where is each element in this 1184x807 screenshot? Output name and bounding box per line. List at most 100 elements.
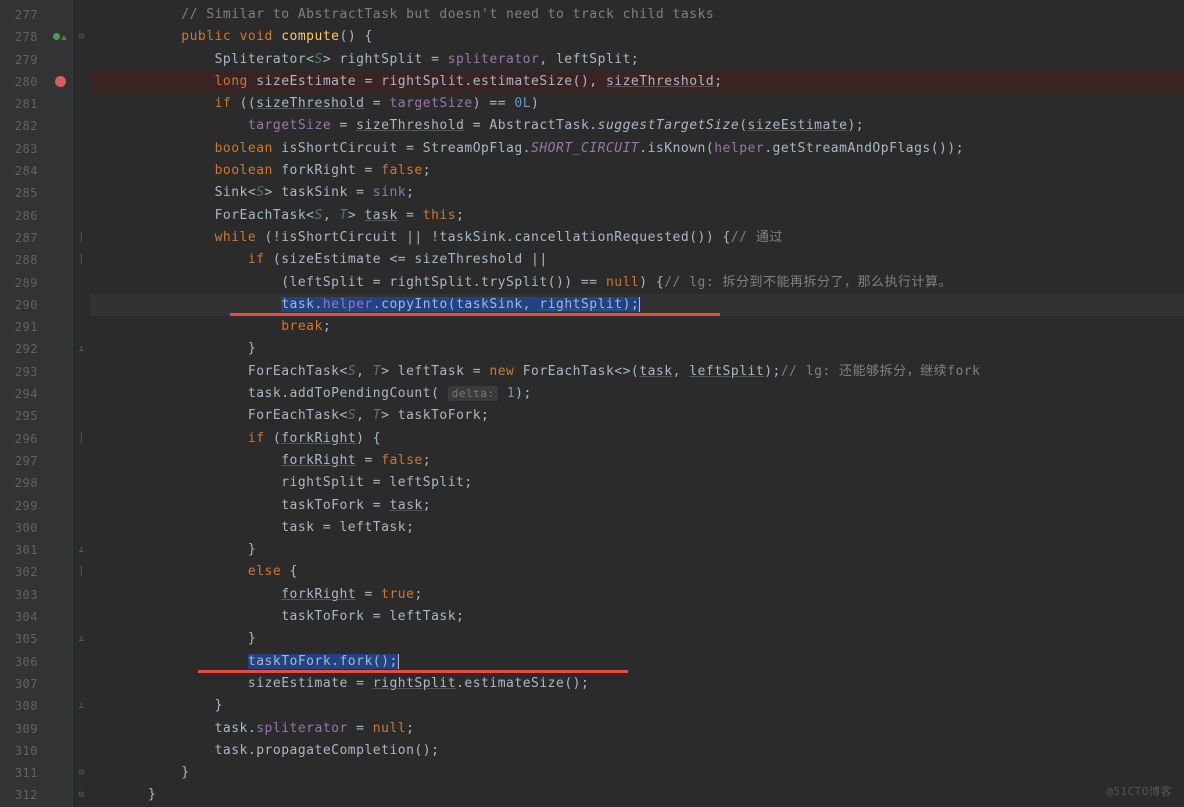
code-line[interactable]: Spliterator<S> rightSplit = spliterator,… [90, 49, 1184, 71]
marker-slot[interactable] [48, 561, 72, 583]
code-line[interactable]: while (!isShortCircuit || !taskSink.canc… [90, 227, 1184, 249]
code-line[interactable]: // Similar to AbstractTask but doesn't n… [90, 4, 1184, 26]
fold-slot[interactable]: ⊥ [73, 695, 90, 717]
line-number[interactable]: 286 [0, 205, 48, 227]
code-line[interactable]: forkRight = false; [90, 450, 1184, 472]
line-number[interactable]: 301 [0, 539, 48, 561]
line-number[interactable]: 280 [0, 71, 48, 93]
marker-slot[interactable] [48, 138, 72, 160]
line-number[interactable]: 308 [0, 695, 48, 717]
marker-slot[interactable] [48, 606, 72, 628]
marker-slot[interactable] [48, 115, 72, 137]
code-line[interactable]: sizeEstimate = rightSplit.estimateSize()… [90, 673, 1184, 695]
code-line-highlighted[interactable]: taskToFork.fork(); [90, 651, 1184, 673]
marker-slot[interactable] [48, 695, 72, 717]
fold-slot[interactable] [73, 316, 90, 338]
marker-slot[interactable] [48, 4, 72, 26]
code-line[interactable]: boolean forkRight = false; [90, 160, 1184, 182]
code-line[interactable]: } [90, 628, 1184, 650]
code-line[interactable]: if (forkRight) { [90, 428, 1184, 450]
line-number[interactable]: 279 [0, 49, 48, 71]
fold-slot[interactable]: ⊥ [73, 539, 90, 561]
code-line[interactable]: } [90, 762, 1184, 784]
breakpoint-icon[interactable] [55, 76, 66, 87]
code-line[interactable]: break; [90, 316, 1184, 338]
line-number[interactable]: 292 [0, 338, 48, 360]
marker-slot[interactable] [48, 294, 72, 316]
marker-gutter[interactable] [48, 0, 72, 807]
line-number[interactable]: 298 [0, 472, 48, 494]
line-number[interactable]: 294 [0, 383, 48, 405]
marker-slot[interactable] [48, 338, 72, 360]
fold-slot[interactable] [73, 606, 90, 628]
marker-slot[interactable] [48, 517, 72, 539]
line-number[interactable]: 285 [0, 182, 48, 204]
marker-slot[interactable] [48, 205, 72, 227]
marker-slot[interactable] [48, 472, 72, 494]
line-number[interactable]: 310 [0, 740, 48, 762]
code-line[interactable]: taskToFork = leftTask; [90, 606, 1184, 628]
fold-slot[interactable] [73, 651, 90, 673]
line-number[interactable]: 303 [0, 584, 48, 606]
fold-slot[interactable]: │ [73, 428, 90, 450]
marker-slot[interactable] [48, 740, 72, 762]
marker-slot[interactable] [48, 628, 72, 650]
code-line[interactable]: ForEachTask<S, T> task = this; [90, 205, 1184, 227]
code-line[interactable]: task.propagateCompletion(); [90, 740, 1184, 762]
code-line[interactable]: task = leftTask; [90, 517, 1184, 539]
fold-slot[interactable] [73, 294, 90, 316]
fold-slot[interactable] [73, 740, 90, 762]
fold-slot[interactable] [73, 49, 90, 71]
line-number[interactable]: 297 [0, 450, 48, 472]
line-number[interactable]: 284 [0, 160, 48, 182]
code-line[interactable]: } [90, 695, 1184, 717]
line-number[interactable]: 304 [0, 606, 48, 628]
fold-slot[interactable] [73, 673, 90, 695]
code-line[interactable]: taskToFork = task; [90, 495, 1184, 517]
fold-slot[interactable] [73, 182, 90, 204]
fold-slot[interactable] [73, 718, 90, 740]
fold-slot[interactable]: ⊥ [73, 338, 90, 360]
fold-slot[interactable] [73, 361, 90, 383]
fold-slot[interactable]: ⊥ [73, 628, 90, 650]
fold-slot[interactable]: │ [73, 561, 90, 583]
code-line[interactable]: else { [90, 561, 1184, 583]
fold-gutter[interactable]: ⊟││⊥│⊥│⊥⊥⊟⊟ [72, 0, 90, 807]
marker-slot[interactable] [48, 673, 72, 695]
code-line[interactable]: } [90, 784, 1184, 806]
line-number[interactable]: 305 [0, 628, 48, 650]
line-number[interactable]: 291 [0, 316, 48, 338]
fold-slot[interactable] [73, 517, 90, 539]
marker-slot[interactable] [48, 361, 72, 383]
code-line-highlighted[interactable]: task.helper.copyInto(taskSink, rightSpli… [90, 294, 1184, 316]
code-line[interactable]: ForEachTask<S, T> taskToFork; [90, 405, 1184, 427]
line-number[interactable]: 290 [0, 294, 48, 316]
code-line[interactable]: Sink<S> taskSink = sink; [90, 182, 1184, 204]
fold-slot[interactable]: ⊟ [73, 784, 90, 806]
code-line[interactable]: boolean isShortCircuit = StreamOpFlag.SH… [90, 138, 1184, 160]
marker-slot[interactable] [48, 49, 72, 71]
line-number[interactable]: 289 [0, 272, 48, 294]
marker-slot[interactable] [48, 182, 72, 204]
line-number[interactable]: 309 [0, 718, 48, 740]
fold-slot[interactable]: ⊟ [73, 26, 90, 48]
marker-slot[interactable] [48, 428, 72, 450]
fold-slot[interactable] [73, 272, 90, 294]
marker-slot[interactable] [48, 272, 72, 294]
line-number-gutter[interactable]: 2772782792802812822832842852862872882892… [0, 0, 48, 807]
line-number[interactable]: 306 [0, 651, 48, 673]
line-number[interactable]: 302 [0, 561, 48, 583]
code-line[interactable]: task.addToPendingCount( delta: 1); [90, 383, 1184, 405]
marker-slot[interactable] [48, 227, 72, 249]
line-number[interactable]: 287 [0, 227, 48, 249]
fold-slot[interactable] [73, 584, 90, 606]
line-number[interactable]: 278 [0, 26, 48, 48]
fold-slot[interactable] [73, 472, 90, 494]
code-line[interactable]: targetSize = sizeThreshold = AbstractTas… [90, 115, 1184, 137]
line-number[interactable]: 288 [0, 249, 48, 271]
code-editor[interactable]: 2772782792802812822832842852862872882892… [0, 0, 1184, 807]
fold-slot[interactable] [73, 160, 90, 182]
fold-slot[interactable] [73, 71, 90, 93]
code-line[interactable]: task.spliterator = null; [90, 718, 1184, 740]
fold-slot[interactable] [73, 495, 90, 517]
